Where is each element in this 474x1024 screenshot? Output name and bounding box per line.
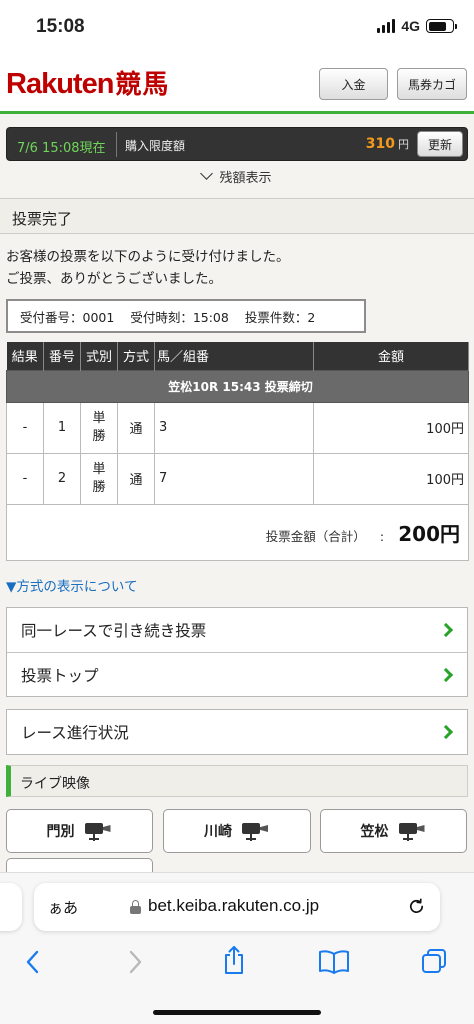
- video-camera-icon: [397, 821, 427, 841]
- receipt-info: 受付番号：0001 受付時刻：15:08 投票件数：2: [6, 299, 366, 333]
- video-camera-icon: [83, 821, 113, 841]
- section-heading: 投票完了: [0, 198, 474, 234]
- divider: [116, 132, 117, 157]
- live-button-kawasaki[interactable]: 川崎: [163, 809, 311, 853]
- limit-timestamp: 7/6 15:08現在: [17, 141, 106, 156]
- bookmarks-icon[interactable]: [318, 949, 350, 975]
- limit-amount: 310 円: [365, 136, 409, 152]
- battery-icon: [426, 19, 457, 33]
- race-info: 笠松10R 15:43 投票締切: [6, 369, 469, 403]
- race-row: 笠松10R 15:43 投票締切: [6, 369, 469, 403]
- ticket-cart-button[interactable]: 馬券カゴ: [397, 68, 467, 100]
- limit-label: 購入限度額: [125, 139, 186, 153]
- refresh-button[interactable]: 更新: [417, 131, 463, 157]
- total-label: 投票金額（合計）: [265, 528, 366, 544]
- rakuten-keiba-logo[interactable]: Rakuten競馬: [6, 64, 169, 101]
- confirmation-message: お客様の投票を以下のように受け付けました。 ご投票、ありがとうございました。: [6, 249, 290, 287]
- reload-icon[interactable]: [407, 897, 426, 916]
- signal-icon: [377, 19, 396, 33]
- vote-table: 結果 番号 式別 方式 馬／組番 金額 笠松10R 15:43 投票締切 - 1…: [6, 342, 469, 561]
- purchase-limit-bar: 7/6 15:08現在 購入限度額 310 円 更新: [6, 127, 468, 161]
- nav-group-race: レース進行状況: [6, 709, 468, 755]
- previous-tab-preview[interactable]: [0, 883, 22, 931]
- header-result: 結果: [6, 342, 44, 370]
- continue-vote-link[interactable]: 同一レースで引き続き投票: [7, 608, 467, 652]
- lock-icon: [130, 900, 141, 914]
- live-video-heading: ライブ映像: [6, 765, 468, 797]
- receipt-number: 受付番号：0001: [20, 309, 115, 325]
- network-type: 4G: [401, 18, 420, 34]
- balance-toggle[interactable]: 残額表示: [0, 163, 474, 189]
- table-row: - 2 単勝 通 7 100円: [6, 452, 469, 505]
- status-icons: 4G: [377, 18, 457, 34]
- table-header: 結果 番号 式別 方式 馬／組番 金額: [6, 342, 469, 370]
- page-settings-button[interactable]: ぁあ: [48, 897, 78, 918]
- page-title: 投票完了: [12, 210, 73, 228]
- back-icon[interactable]: [22, 949, 44, 975]
- header-amount: 金額: [313, 342, 469, 370]
- home-indicator: [153, 1010, 321, 1015]
- race-progress-link[interactable]: レース進行状況: [7, 710, 467, 754]
- site-header: Rakuten競馬 入金 馬券カゴ: [0, 56, 474, 114]
- header-method: 方式: [117, 342, 155, 370]
- video-camera-icon: [240, 821, 270, 841]
- total-amount: 200円: [398, 521, 460, 546]
- receipt-time: 受付時刻：15:08: [130, 309, 229, 325]
- live-button-monbetsu[interactable]: 門別: [6, 809, 153, 853]
- clock: 15:08: [36, 16, 85, 37]
- forward-icon[interactable]: [124, 949, 146, 975]
- share-icon[interactable]: [221, 945, 247, 975]
- balance-toggle-label: 残額表示: [219, 170, 272, 186]
- nav-group-vote: 同一レースで引き続き投票 投票トップ: [6, 607, 468, 697]
- chevron-right-icon: [438, 667, 454, 682]
- method-display-link[interactable]: ▼方式の表示について: [6, 575, 137, 595]
- header-combo: 馬／組番: [154, 342, 314, 370]
- live-button-kasamatsu[interactable]: 笠松: [320, 809, 467, 853]
- chevron-right-icon: [438, 724, 454, 740]
- address-bar[interactable]: ぁあ bet.keiba.rakuten.co.jp: [34, 883, 440, 931]
- chevron-down-icon: [200, 167, 214, 180]
- url-text: bet.keiba.rakuten.co.jp: [148, 896, 320, 915]
- tabs-icon[interactable]: [420, 947, 448, 975]
- vote-count: 投票件数：2: [244, 309, 316, 325]
- header-type: 式別: [80, 342, 118, 370]
- total-row: 投票金額（合計） : 200円: [6, 503, 469, 561]
- deposit-button[interactable]: 入金: [319, 68, 388, 100]
- table-row: - 1 単勝 通 3 100円: [6, 401, 469, 454]
- status-bar: 15:08 4G: [0, 0, 474, 56]
- chevron-right-icon: [438, 622, 454, 638]
- header-number: 番号: [43, 342, 81, 370]
- vote-top-link[interactable]: 投票トップ: [7, 652, 467, 696]
- browser-toolbar: ぁあ bet.keiba.rakuten.co.jp: [0, 872, 474, 1024]
